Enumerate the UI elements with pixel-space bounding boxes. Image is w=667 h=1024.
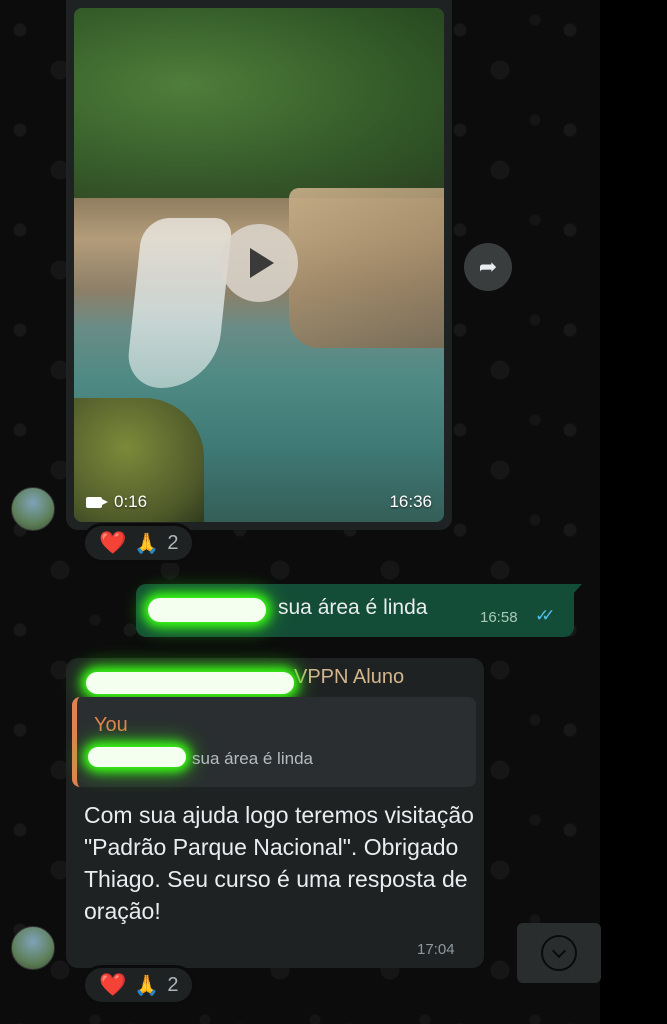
redaction-scribble [148,598,266,622]
quoted-message[interactable] [72,697,476,787]
play-icon [250,248,274,278]
thumbnail-foliage [74,8,444,198]
incoming-message-text: Com sua ajuda logo teremos visitação "Pa… [84,802,474,924]
reaction-count: 2 [167,531,179,554]
thumbnail-waterfall [125,218,233,388]
heart-reaction: ❤️ [99,972,127,997]
video-message-bubble[interactable]: 0:16 16:36 [66,0,452,530]
pray-reaction: 🙏 [134,532,160,555]
read-receipt-icon: ✓✓ [535,606,555,625]
side-panel-edge [600,0,667,1024]
incoming-message-time: 17:04 [417,941,455,958]
chevron-down-icon [541,935,577,971]
video-message-time: 16:36 [389,492,432,511]
play-button[interactable] [220,224,298,302]
forward-arrow-icon: ➦ [478,254,498,279]
reaction-bar[interactable]: ❤️ 🙏 2 [82,965,196,1005]
pray-reaction: 🙏 [134,974,160,997]
sender-name-label: VPPN Aluno [294,666,405,688]
redaction-scribble [86,672,294,694]
outgoing-message-text: sua área é linda [278,596,428,619]
avatar[interactable] [11,487,55,531]
scroll-to-bottom-button[interactable] [517,923,601,983]
reaction-count: 2 [167,973,179,996]
redaction-scribble [88,747,186,767]
outgoing-message-time: 16:58 [480,609,518,626]
heart-reaction: ❤️ [99,530,127,555]
quoted-author: You [94,714,128,736]
thumbnail-rocks [289,188,444,348]
reaction-bar[interactable]: ❤️ 🙏 2 [82,523,196,563]
video-thumbnail[interactable]: 0:16 16:36 [74,8,444,522]
forward-button[interactable]: ➦ [464,243,512,291]
video-duration: 0:16 [86,492,147,512]
video-camera-icon [86,496,108,508]
quoted-text: sua área é linda [192,749,313,768]
video-duration-label: 0:16 [114,492,148,511]
avatar[interactable] [11,926,55,970]
